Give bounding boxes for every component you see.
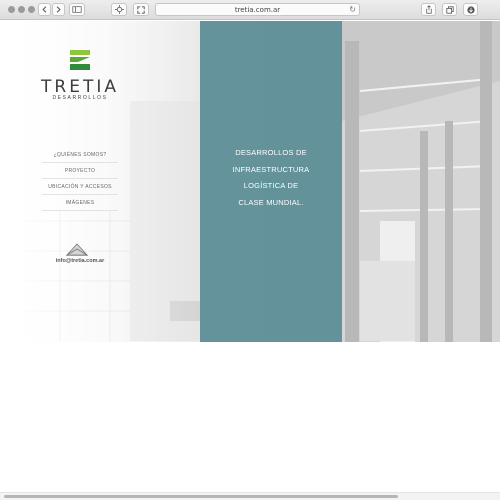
forward-button[interactable] <box>52 3 65 16</box>
hero-text: DESARROLLOS DE INFRAESTRUCTURA LOGÍSTICA… <box>200 145 342 211</box>
zoom-window-button[interactable] <box>28 6 35 13</box>
back-icon <box>42 6 47 13</box>
back-button[interactable] <box>38 3 51 16</box>
hero-line: INFRAESTRUCTURA <box>232 164 310 174</box>
scrollbar-thumb[interactable] <box>4 495 398 498</box>
fullscreen-button[interactable] <box>133 3 149 16</box>
hero-line: LOGÍSTICA DE <box>243 181 299 190</box>
forward-icon <box>56 6 61 13</box>
hero-line: DESARROLLOS DE <box>235 148 307 157</box>
minimize-window-button[interactable] <box>18 6 25 13</box>
share-button[interactable] <box>421 3 436 16</box>
tabs-icon <box>445 5 454 14</box>
address-bar[interactable]: tretia.com.ar ↻ <box>155 3 360 16</box>
contact-email-link[interactable]: info@tretia.com.ar <box>42 258 118 264</box>
web-page: DESARROLLOS DE INFRAESTRUCTURA LOGÍSTICA… <box>0 21 500 342</box>
logo-wordmark: TRETIA <box>41 77 119 97</box>
tretia-logo-icon[interactable] <box>68 48 92 72</box>
main-nav: ¿QUIÉNES SOMOS? PROYECTO UBICACIÓN Y ACC… <box>42 147 118 211</box>
extension-button[interactable] <box>111 3 127 16</box>
reload-icon[interactable]: ↻ <box>349 5 356 14</box>
browser-toolbar: tretia.com.ar ↻ <box>0 0 500 20</box>
downloads-button[interactable] <box>463 3 478 16</box>
logo-subtitle: DESARROLLOS <box>52 95 108 101</box>
horizontal-scrollbar[interactable] <box>0 492 500 500</box>
fullscreen-icon <box>137 5 145 14</box>
mail-icon[interactable] <box>66 241 88 256</box>
extension-icon <box>114 5 124 14</box>
hero-line: CLASE MUNDIAL. <box>238 197 304 207</box>
sidebar-button[interactable] <box>69 3 85 16</box>
share-icon <box>425 5 432 14</box>
sidebar-icon <box>72 6 82 13</box>
close-window-button[interactable] <box>8 6 15 13</box>
nav-item-proyecto[interactable]: PROYECTO <box>42 163 118 179</box>
nav-item-quienes-somos[interactable]: ¿QUIÉNES SOMOS? <box>42 147 118 163</box>
tabs-button[interactable] <box>442 3 457 16</box>
nav-item-imagenes[interactable]: IMÁGENES <box>42 195 118 211</box>
nav-item-ubicacion[interactable]: UBICACIÓN Y ACCESOS <box>42 179 118 195</box>
download-icon <box>466 5 475 14</box>
url-text: tretia.com.ar <box>234 5 281 14</box>
